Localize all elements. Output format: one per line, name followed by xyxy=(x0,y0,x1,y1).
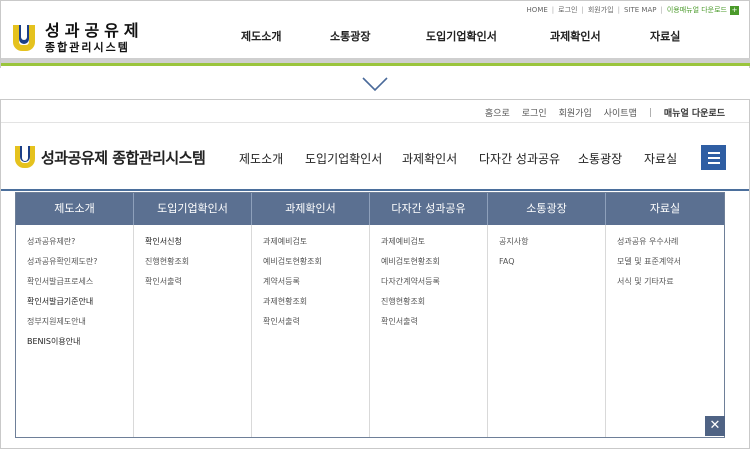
menu-item[interactable]: BENIS이용안내 xyxy=(27,334,133,354)
new-nav-community[interactable]: 소통광장 xyxy=(578,150,622,167)
old-util-sitemap-link[interactable]: SITE MAP xyxy=(624,6,656,14)
menu-item[interactable]: 예비검토현황조회 xyxy=(263,254,369,274)
old-nav-intro[interactable]: 제도소개 xyxy=(241,28,281,44)
new-manual-download-link[interactable]: 매뉴얼 다운로드 xyxy=(664,106,725,119)
new-nav-task-cert[interactable]: 과제확인서 xyxy=(402,150,457,167)
menu-item[interactable]: 과제예비검토 xyxy=(381,234,487,254)
menu-item[interactable]: 확인서발급기준안내 xyxy=(27,294,133,314)
menu-item[interactable]: 과제예비검토 xyxy=(263,234,369,254)
mega-col-title-shared[interactable]: 다자간 성과공유 xyxy=(370,193,488,225)
menu-item[interactable]: 진행현황조회 xyxy=(145,254,251,274)
util-divider: | xyxy=(648,107,652,118)
new-nav-library[interactable]: 자료실 xyxy=(644,150,677,167)
new-nav-intro[interactable]: 제도소개 xyxy=(239,150,283,167)
menu-item[interactable]: 성과공유확인제도란? xyxy=(27,254,133,274)
menu-item[interactable]: 계약서등록 xyxy=(263,274,369,294)
mega-col-intro: 성과공유제란? 성과공유확인제도란? 확인서발급프로세스 확인서발급기준안내 정… xyxy=(16,225,134,437)
menu-item[interactable]: 확인서발급프로세스 xyxy=(27,274,133,294)
menu-item[interactable]: 진행현황조회 xyxy=(381,294,487,314)
menu-item[interactable]: FAQ xyxy=(499,254,605,274)
old-util-links: HOME | 로그인 | 회원가입 | SITE MAP | 이용매뉴얼 다운로… xyxy=(526,5,739,15)
menu-item[interactable]: 확인서출력 xyxy=(381,314,487,334)
logo-mark-icon xyxy=(15,146,35,168)
mega-col-shared: 과제예비검토 예비검토현황조회 다자간계약서등록 진행현황조회 확인서출력 xyxy=(370,225,488,437)
old-util-join-link[interactable]: 회원가입 xyxy=(588,5,614,15)
menu-item[interactable]: 서식 및 기타자료 xyxy=(617,274,724,294)
old-nav-library[interactable]: 자료실 xyxy=(650,28,680,44)
util-divider-line xyxy=(1,122,749,123)
menu-item[interactable]: 성과공유 우수사례 xyxy=(617,234,724,254)
chevron-down-icon xyxy=(362,77,388,92)
menu-item[interactable]: 예비검토현황조회 xyxy=(381,254,487,274)
old-manual-download-link[interactable]: 이용매뉴얼 다운로드 xyxy=(667,5,727,15)
menu-item[interactable]: 확인서신청 xyxy=(145,234,251,254)
old-nav-company-cert[interactable]: 도입기업확인서 xyxy=(426,28,497,44)
menu-item[interactable]: 모델 및 표준계약서 xyxy=(617,254,724,274)
old-util-home-link[interactable]: HOME xyxy=(527,6,548,14)
mega-col-library: 성과공유 우수사례 모델 및 표준계약서 서식 및 기타자료 xyxy=(606,225,724,437)
old-header-accent-bar xyxy=(1,63,750,66)
menu-item[interactable]: 다자간계약서등록 xyxy=(381,274,487,294)
menu-item[interactable]: 정부지원제도안내 xyxy=(27,314,133,334)
menu-item[interactable]: 과제현황조회 xyxy=(263,294,369,314)
new-util-join-link[interactable]: 회원가입 xyxy=(559,106,592,119)
old-logo-title: 성과공유제 xyxy=(45,21,144,40)
old-logo-subtitle: 종합관리시스템 xyxy=(45,41,130,54)
logo-mark-icon xyxy=(13,25,35,51)
hamburger-menu-icon[interactable] xyxy=(701,145,726,170)
old-site-header: 성과공유제 종합관리시스템 HOME | 로그인 | 회원가입 | SITE M… xyxy=(0,0,750,68)
new-site-logo[interactable]: 성과공유제 종합관리시스템 xyxy=(15,146,206,168)
mega-menu-body: 성과공유제란? 성과공유확인제도란? 확인서발급프로세스 확인서발급기준안내 정… xyxy=(16,225,724,437)
new-util-login-link[interactable]: 로그인 xyxy=(522,106,547,119)
mega-col-community: 공지사항 FAQ xyxy=(488,225,606,437)
mega-col-company-cert: 확인서신청 진행현황조회 확인서출력 xyxy=(134,225,252,437)
new-nav-company-cert[interactable]: 도입기업확인서 xyxy=(305,150,382,167)
mega-col-title-intro[interactable]: 제도소개 xyxy=(16,193,134,225)
new-util-home-link[interactable]: 홈으로 xyxy=(485,106,510,119)
new-nav-shared[interactable]: 다자간 성과공유 xyxy=(479,150,560,167)
close-icon[interactable]: ✕ xyxy=(705,416,725,436)
mega-col-title-community[interactable]: 소통광장 xyxy=(488,193,606,225)
header-divider-line xyxy=(1,189,749,191)
old-util-login-link[interactable]: 로그인 xyxy=(558,5,577,15)
mega-menu: 제도소개 도입기업확인서 과제확인서 다자간 성과공유 소통광장 자료실 성과공… xyxy=(15,192,725,438)
old-site-logo[interactable]: 성과공유제 종합관리시스템 xyxy=(13,23,144,53)
menu-item[interactable]: 확인서출력 xyxy=(263,314,369,334)
menu-item[interactable]: 성과공유제란? xyxy=(27,234,133,254)
new-logo-text: 성과공유제 종합관리시스템 xyxy=(41,148,206,167)
new-util-sitemap-link[interactable]: 사이트맵 xyxy=(604,106,637,119)
new-site-header: 홈으로 로그인 회원가입 사이트맵 | 매뉴얼 다운로드 성과공유제 종합관리시… xyxy=(0,99,750,449)
download-icon: + xyxy=(730,5,739,15)
old-nav-task-cert[interactable]: 과제확인서 xyxy=(550,28,601,44)
mega-col-title-task-cert[interactable]: 과제확인서 xyxy=(252,193,370,225)
menu-item[interactable]: 공지사항 xyxy=(499,234,605,254)
new-util-links: 홈으로 로그인 회원가입 사이트맵 | 매뉴얼 다운로드 xyxy=(473,106,725,120)
mega-col-title-company-cert[interactable]: 도입기업확인서 xyxy=(134,193,252,225)
old-nav-community[interactable]: 소통광장 xyxy=(330,28,370,44)
mega-col-title-library[interactable]: 자료실 xyxy=(606,193,724,225)
menu-item[interactable]: 확인서출력 xyxy=(145,274,251,294)
mega-col-task-cert: 과제예비검토 예비검토현황조회 계약서등록 과제현황조회 확인서출력 xyxy=(252,225,370,437)
mega-menu-header: 제도소개 도입기업확인서 과제확인서 다자간 성과공유 소통광장 자료실 xyxy=(16,193,724,225)
